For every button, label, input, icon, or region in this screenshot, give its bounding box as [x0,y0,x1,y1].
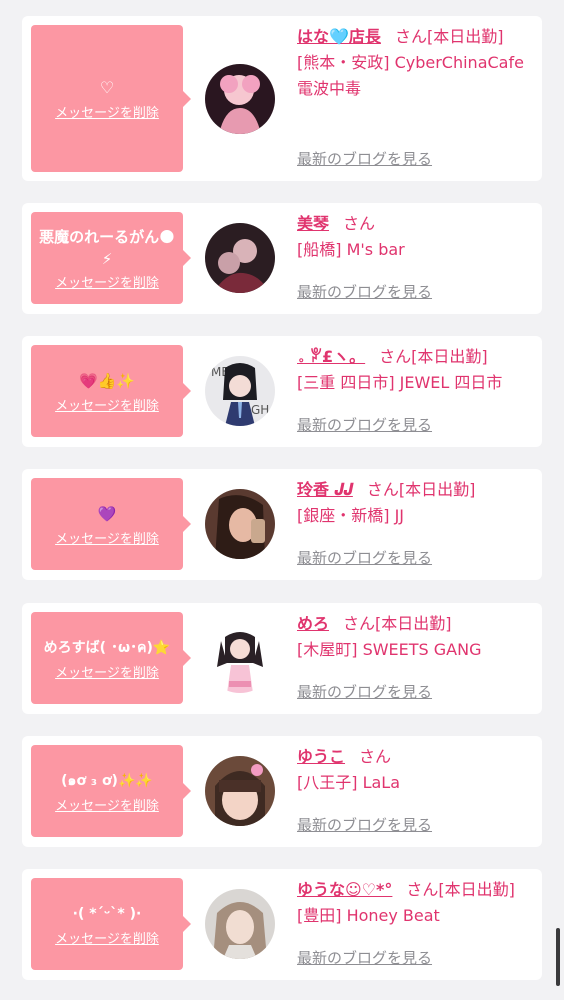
message-text: ·( *ˊᵕˋ* )· [72,905,142,922]
favorite-card: 💜 メッセージを削除 玲香 𝑱𝑱 さん[本日出勤] [銀座・新橋] JJ 最新のブ… [22,469,542,580]
honorific: さん [359,747,392,766]
delete-message-link[interactable]: メッセージを削除 [55,928,159,947]
working-today-tag: [本日出勤] [375,614,452,633]
message-bubble: めろすば( ･ω･ค)⭐ メッセージを削除 [31,612,191,704]
message-bubble: (๑ơ ₃ ơ)✨✨ メッセージを削除 [31,745,191,837]
message-bubble: ♡ メッセージを削除 [31,25,191,172]
favorite-card: 💗👍✨ メッセージを削除 ME GH 。ꐕ£ヽ。 さん[本日出勤] [三重 四日市… [22,336,542,447]
message-bubble: 💜 メッセージを削除 [31,478,191,570]
latest-blog-link[interactable]: 最新のブログを見る [297,681,432,702]
avatar[interactable] [205,489,275,559]
cast-info: ゆうな☺︎♡*° さん[本日出勤] [豊田] Honey Beat [297,877,537,929]
avatar[interactable] [205,223,275,293]
svg-text:GH: GH [251,403,269,417]
latest-blog-link[interactable]: 最新のブログを見る [297,148,432,169]
honorific: さん [343,214,376,233]
cast-info: はな🩵店長 さん[本日出勤] [熊本・安政] CyberChinaCafe 電波中… [297,24,537,102]
delete-message-link[interactable]: メッセージを削除 [55,528,159,547]
cast-name[interactable]: 玲香 𝑱𝑱 [297,480,353,499]
cast-name[interactable]: めろ [297,614,329,633]
cast-info: ゆうこ さん [八王子] LaLa [297,744,537,796]
message-text: 💜 [97,504,117,523]
avatar-photo [205,223,275,293]
message-text: (๑ơ ₃ ơ)✨✨ [61,772,153,789]
cast-name[interactable]: 美琴 [297,214,329,233]
working-today-tag: [本日出勤] [438,880,515,899]
cast-info: 美琴 さん [船橋] M's bar [297,211,537,263]
working-today-tag: [本日出勤] [411,347,488,366]
avatar[interactable] [205,64,275,134]
cast-name[interactable]: 。ꐕ£ヽ。 [297,347,365,366]
avatar[interactable] [205,623,275,693]
delete-message-link[interactable]: メッセージを削除 [55,662,159,681]
shop-name: [八王子] LaLa [297,773,401,792]
latest-blog-link[interactable]: 最新のブログを見る [297,547,432,568]
message-bubble: 悪魔のれーるがん🌑⚡ メッセージを削除 [31,212,191,304]
delete-message-link[interactable]: メッセージを削除 [55,795,159,814]
favorite-card: 悪魔のれーるがん🌑⚡ メッセージを削除 美琴 さん [船橋] M's bar 最新… [22,203,542,314]
message-text: めろすば( ･ω･ค)⭐ [43,639,171,656]
shop-name: [熊本・安政] CyberChinaCafe 電波中毒 [297,53,524,98]
avatar[interactable] [205,889,275,959]
message-bubble: 💗👍✨ メッセージを削除 [31,345,191,437]
shop-name: [木屋町] SWEETS GANG [297,640,482,659]
favorite-card: ♡ メッセージを削除 はな🩵店長 さん[本日出勤] [熊本・安政] CyberCh… [22,16,542,181]
shop-name: [豊田] Honey Beat [297,906,440,925]
latest-blog-link[interactable]: 最新のブログを見る [297,281,432,302]
cast-name[interactable]: ゆうな☺︎♡*° [297,880,392,899]
avatar-photo [205,64,275,134]
latest-blog-link[interactable]: 最新のブログを見る [297,947,432,968]
avatar[interactable] [205,756,275,826]
favorite-card: ·( *ˊᵕˋ* )· メッセージを削除 ゆうな☺︎♡*° さん[本日出勤] [豊… [22,869,542,980]
working-today-tag: [本日出勤] [398,480,476,499]
avatar[interactable]: ME GH [205,356,275,426]
message-text: ♡ [99,78,115,97]
avatar-photo [205,756,275,826]
delete-message-link[interactable]: メッセージを削除 [55,102,159,121]
cast-name[interactable]: はな🩵店長 [297,27,381,46]
scrollbar[interactable] [556,928,560,986]
latest-blog-link[interactable]: 最新のブログを見る [297,414,432,435]
cast-info: 玲香 𝑱𝑱 さん[本日出勤] [銀座・新橋] JJ [297,477,537,529]
shop-name: [三重 四日市] JEWEL 四日市 [297,373,503,392]
avatar-photo: ME GH [205,356,275,426]
message-text: 💗👍✨ [78,371,136,390]
avatar-photo [205,623,275,693]
latest-blog-link[interactable]: 最新のブログを見る [297,814,432,835]
message-text: 悪魔のれーるがん🌑⚡ [39,227,175,268]
honorific: さん [366,480,399,499]
honorific: さん [406,880,439,899]
avatar-photo [205,889,275,959]
shop-name: [銀座・新橋] JJ [297,506,405,525]
delete-message-link[interactable]: メッセージを削除 [55,395,159,414]
avatar-photo [205,489,275,559]
honorific: さん [394,27,427,46]
cast-info: 。ꐕ£ヽ。 さん[本日出勤] [三重 四日市] JEWEL 四日市 [297,344,537,396]
cast-info: めろ さん[本日出勤] [木屋町] SWEETS GANG [297,611,537,663]
honorific: さん [343,614,376,633]
working-today-tag: [本日出勤] [426,27,504,46]
shop-name: [船橋] M's bar [297,240,405,259]
cast-name[interactable]: ゆうこ [297,747,345,766]
favorite-card: (๑ơ ₃ ơ)✨✨ メッセージを削除 ゆうこ さん [八王子] LaLa 最新の… [22,736,542,847]
delete-message-link[interactable]: メッセージを削除 [55,272,159,291]
favorite-card: めろすば( ･ω･ค)⭐ メッセージを削除 めろ さん[本日出勤] [木屋町] S… [22,603,542,714]
honorific: さん [379,347,412,366]
message-bubble: ·( *ˊᵕˋ* )· メッセージを削除 [31,878,191,970]
